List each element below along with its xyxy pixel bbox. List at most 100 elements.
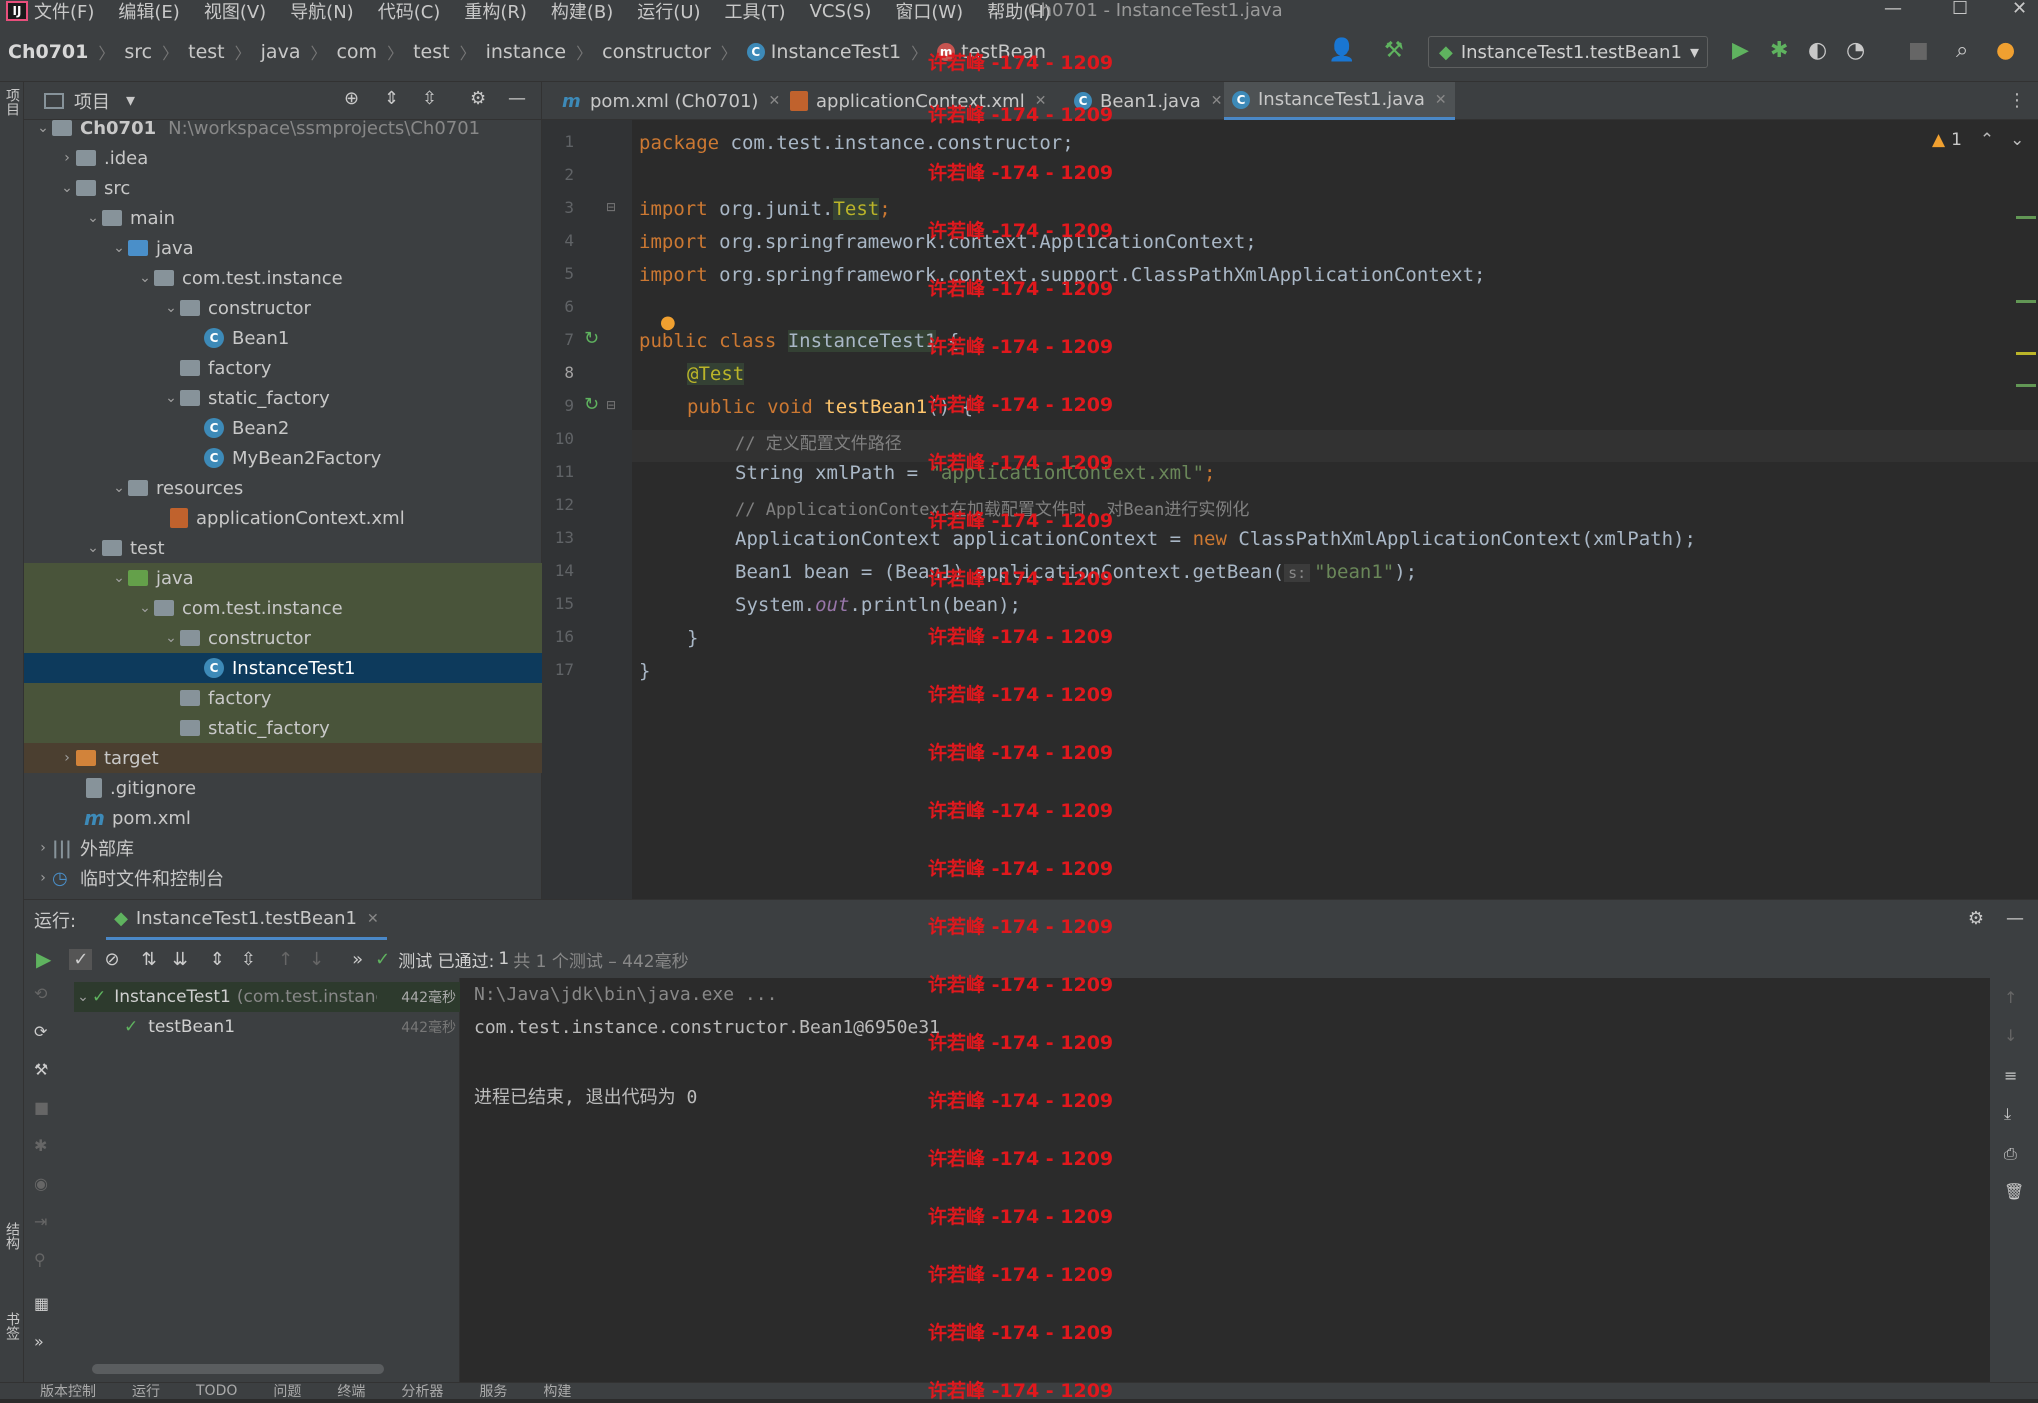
status-profiler[interactable]: 分析器 — [401, 1381, 443, 1401]
debug-icon[interactable]: ✱ — [34, 1136, 47, 1155]
profile-icon[interactable]: ◔ — [1846, 38, 1865, 63]
tree-node-test-constructor[interactable]: ⌄ constructor — [24, 623, 542, 653]
crumb-instance[interactable]: instance — [486, 41, 567, 63]
more-icon[interactable]: » — [352, 949, 363, 970]
run-tab[interactable]: ◆ InstanceTest1.testBean1 ✕ — [106, 900, 387, 940]
menu-window[interactable]: 窗口(W) — [895, 0, 963, 24]
stop-icon[interactable]: ■ — [1908, 38, 1929, 63]
menu-build[interactable]: 构建(B) — [551, 0, 613, 24]
hide-icon[interactable]: — — [2006, 908, 2024, 929]
tab-instancetest1[interactable]: C InstanceTest1.java ✕ — [1224, 82, 1455, 120]
status-build[interactable]: 构建 — [543, 1381, 571, 1401]
tree-node-test-pkg[interactable]: ⌄ com.test.instance — [24, 593, 542, 623]
camera-icon[interactable]: ◉ — [34, 1174, 48, 1193]
status-services[interactable]: 服务 — [479, 1381, 507, 1401]
test-node-method[interactable]: ✓ testBean1 442毫秒 — [124, 1012, 460, 1042]
more-tabs-icon[interactable]: ⋮ — [2008, 90, 2026, 111]
status-vcs[interactable]: 版本控制 — [40, 1381, 96, 1401]
tree-node-main-pkg[interactable]: ⌄ com.test.instance — [24, 263, 542, 293]
up-icon[interactable]: ↑ — [2004, 988, 2017, 1007]
pin-icon[interactable]: ⚲ — [34, 1250, 46, 1269]
chevron-down-icon[interactable]: ⌄ — [2010, 130, 2024, 150]
hide-icon[interactable]: — — [508, 88, 526, 109]
collapse-all-icon[interactable]: ⇳ — [241, 949, 256, 970]
locate-icon[interactable]: ⊕ — [344, 88, 359, 109]
tree-node-external-libs[interactable]: › ||| 外部库 — [24, 833, 542, 863]
rerun-icon[interactable]: ▶ — [36, 947, 51, 971]
trash-icon[interactable]: 🗑 — [2004, 1182, 2024, 1201]
project-panel-title[interactable]: 项目 — [74, 88, 110, 114]
tab-pom[interactable]: m pom.xml (Ch0701) ✕ — [554, 82, 788, 120]
tree-node-resources[interactable]: ⌄ resources — [24, 473, 542, 503]
gear-icon[interactable]: ⚙ — [470, 88, 486, 109]
print-icon[interactable]: ⎙ — [2004, 1144, 2017, 1164]
more-icon[interactable]: » — [34, 1332, 44, 1351]
run-config-select[interactable]: ◆ InstanceTest1.testBean1 ▾ — [1428, 36, 1708, 68]
menu-code[interactable]: 代码(C) — [378, 0, 441, 24]
horizontal-scrollbar[interactable] — [92, 1364, 384, 1374]
intention-bulb-icon[interactable]: ● — [660, 312, 676, 333]
console-output[interactable]: N:\Java\jdk\bin\java.exe ... com.test.in… — [460, 978, 1990, 1383]
crumb-test-pkg[interactable]: test — [413, 41, 450, 63]
crumb-project[interactable]: Ch0701 — [8, 41, 88, 63]
tree-node-bean1[interactable]: C Bean1 — [24, 323, 542, 353]
minimize-icon[interactable]: — — [1884, 0, 1902, 19]
menu-view[interactable]: 视图(V) — [204, 0, 266, 24]
scroll-to-end-icon[interactable]: ⤓ — [2004, 1104, 2011, 1124]
chevron-down-icon[interactable]: ▾ — [126, 90, 135, 111]
tree-node-idea[interactable]: › .idea — [24, 143, 542, 173]
down-icon[interactable]: ↓ — [2004, 1026, 2017, 1045]
tree-node-target[interactable]: › target — [24, 743, 542, 773]
coverage-icon[interactable]: ◐ — [1808, 38, 1827, 63]
crumb-test[interactable]: test — [188, 41, 225, 63]
stop-icon[interactable]: ■ — [34, 1098, 49, 1117]
next-failed-icon[interactable]: ↓ — [309, 949, 324, 970]
menu-navigate[interactable]: 导航(N) — [290, 0, 354, 24]
tree-node-mybean2factory[interactable]: C MyBean2Factory — [24, 443, 542, 473]
menu-run[interactable]: 运行(U) — [637, 0, 700, 24]
rerun-failed-icon[interactable]: ⟲ — [34, 984, 47, 1003]
tree-node-main-java[interactable]: ⌄ java — [24, 233, 542, 263]
search-icon[interactable]: ⌕ — [1956, 38, 1968, 63]
show-ignored-icon[interactable]: ⊘ — [104, 949, 119, 970]
status-run[interactable]: 运行 — [132, 1381, 160, 1401]
tree-node-scratches[interactable]: › ◷ 临时文件和控制台 — [24, 863, 542, 893]
tree-node-test-java[interactable]: ⌄ java — [24, 563, 542, 593]
status-todo[interactable]: TODO — [196, 1383, 237, 1399]
close-icon[interactable]: ✕ — [1435, 92, 1447, 108]
tree-node-main-factory[interactable]: factory — [24, 353, 542, 383]
debug-icon[interactable]: ✱ — [1770, 38, 1788, 63]
tree-node-src[interactable]: ⌄ src — [24, 173, 542, 203]
tree-node-test[interactable]: ⌄ test — [24, 533, 542, 563]
tree-node-main[interactable]: ⌄ main — [24, 203, 542, 233]
crumb-constructor[interactable]: constructor — [602, 41, 711, 63]
build-hammer-icon[interactable]: ⚒ — [1384, 38, 1404, 63]
menu-edit[interactable]: 编辑(E) — [118, 0, 179, 24]
run-test-method-icon[interactable]: ↻ — [584, 394, 599, 415]
show-passed-icon[interactable]: ✓ — [69, 948, 93, 970]
close-icon[interactable]: ✕ — [768, 93, 780, 109]
prev-failed-icon[interactable]: ↑ — [278, 949, 293, 970]
status-problems[interactable]: 问题 — [273, 1381, 301, 1401]
status-terminal[interactable]: 终端 — [337, 1381, 365, 1401]
project-strip-button[interactable]: 项目 — [2, 88, 22, 116]
menu-refactor[interactable]: 重构(R) — [464, 0, 527, 24]
close-icon[interactable]: ✕ — [2012, 0, 2027, 19]
tree-node-pom[interactable]: m pom.xml — [24, 803, 542, 833]
crumb-src[interactable]: src — [124, 41, 152, 63]
fold-icon[interactable]: ⊟ — [606, 398, 616, 412]
tree-node-test-factory[interactable]: factory — [24, 683, 542, 713]
crumb-java[interactable]: java — [261, 41, 301, 63]
sort-duration-icon[interactable]: ⇊ — [173, 949, 188, 970]
tree-node-gitignore[interactable]: .gitignore — [24, 773, 542, 803]
update-icon[interactable]: ● — [1996, 38, 2015, 63]
fold-icon[interactable]: ⊟ — [606, 200, 616, 214]
chevron-up-icon[interactable]: ⌃ — [1980, 130, 1994, 150]
crumb-class[interactable]: InstanceTest1 — [771, 41, 901, 63]
collapse-all-icon[interactable]: ⇳ — [422, 88, 437, 109]
tree-node-bean2[interactable]: C Bean2 — [24, 413, 542, 443]
close-icon[interactable]: ✕ — [367, 911, 379, 927]
expand-all-icon[interactable]: ⇕ — [384, 88, 399, 109]
tree-node-root[interactable]: ⌄ Ch0701 N:\workspace\ssmprojects\Ch0701 — [24, 113, 542, 143]
inspection-widget[interactable]: ▲ 1 ⌃ ⌄ — [1932, 130, 2024, 150]
